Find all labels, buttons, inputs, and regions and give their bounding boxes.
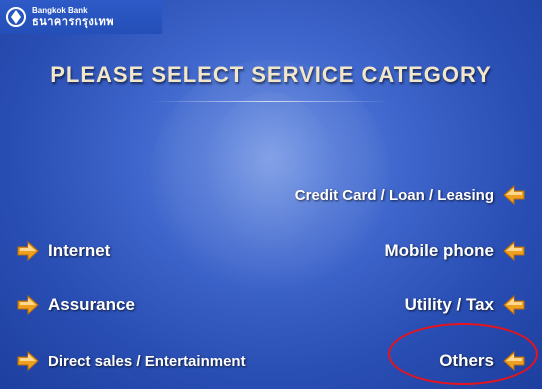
page-title: PLEASE SELECT SERVICE CATEGORY xyxy=(50,62,492,87)
option-utility-tax[interactable]: Utility / Tax xyxy=(405,294,526,316)
background-watermark-figure xyxy=(205,92,335,262)
option-label: Internet xyxy=(48,241,111,260)
option-credit-card-loan-leasing[interactable]: Credit Card / Loan / Leasing xyxy=(295,184,526,206)
bank-logo-bar: Bangkok Bank ธนาคารกรุงเทพ xyxy=(0,0,162,34)
option-mobile-phone[interactable]: Mobile phone xyxy=(384,240,526,262)
arrow-left-icon xyxy=(503,184,525,206)
option-label: Assurance xyxy=(48,295,135,314)
arrow-left-icon xyxy=(503,294,525,316)
arrow-right-icon xyxy=(17,294,39,316)
option-label: Mobile phone xyxy=(384,241,494,260)
option-label: Utility / Tax xyxy=(404,295,494,314)
bank-logo-text: Bangkok Bank ธนาคารกรุงเทพ xyxy=(32,5,115,28)
option-label: Direct sales / Entertainment xyxy=(48,352,246,370)
option-internet[interactable]: Internet xyxy=(16,240,110,262)
arrow-right-icon xyxy=(17,350,39,372)
title-underline xyxy=(150,101,390,102)
option-label: Credit Card / Loan / Leasing xyxy=(294,186,494,204)
atm-screen: Bangkok Bank ธนาคารกรุงเทพ PLEASE SELECT… xyxy=(0,0,542,389)
arrow-right-icon xyxy=(17,240,39,262)
arrow-left-icon xyxy=(503,240,525,262)
bank-name-th: ธนาคารกรุงเทพ xyxy=(32,15,115,28)
option-assurance[interactable]: Assurance xyxy=(16,294,135,316)
option-direct-sales-entertainment[interactable]: Direct sales / Entertainment xyxy=(16,350,246,372)
highlight-circle-annotation xyxy=(388,323,538,385)
bangkok-bank-logo-icon xyxy=(6,7,26,27)
bank-name-en: Bangkok Bank xyxy=(32,5,88,15)
